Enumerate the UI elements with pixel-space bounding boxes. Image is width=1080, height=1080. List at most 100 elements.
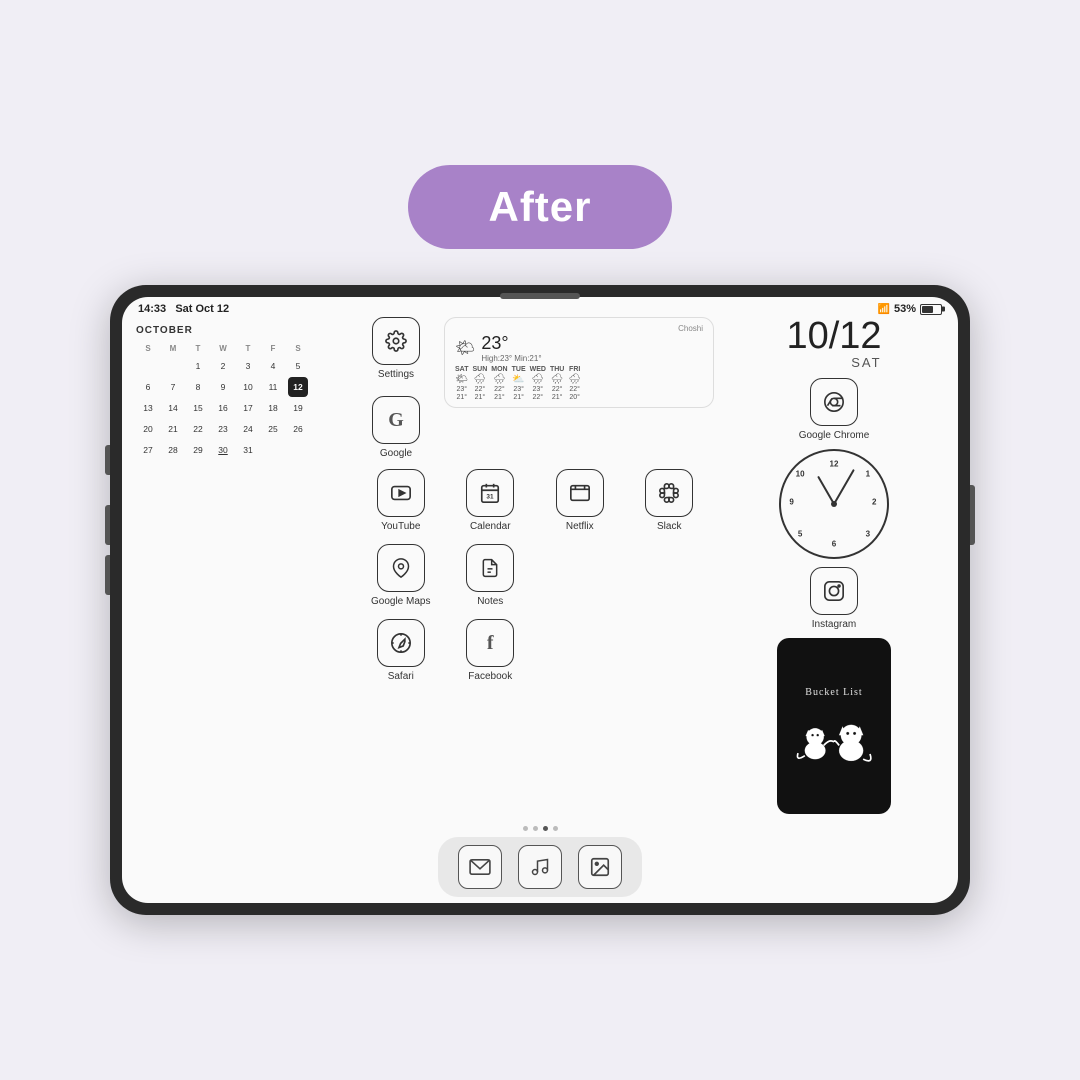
apps-row2: YouTube 31 Calendar (356, 469, 714, 532)
clock-center-dot (831, 501, 837, 507)
status-bar: 14:33 Sat Oct 12 📶 53% (122, 297, 958, 317)
apps-row3: Google Maps Notes (356, 544, 714, 607)
cal-day-15[interactable]: 15 (188, 398, 208, 418)
cal-day-26[interactable]: 26 (288, 419, 308, 439)
cal-day-6[interactable]: 6 (138, 377, 158, 397)
instagram-label: Instagram (812, 619, 856, 630)
battery-label: 53% (894, 303, 916, 315)
cal-header-f: F (261, 342, 285, 355)
app-slack[interactable]: Slack (629, 469, 709, 532)
google-icon-box: G (372, 396, 420, 444)
cal-day-8[interactable]: 8 (188, 377, 208, 397)
page-dot-4[interactable] (553, 826, 558, 831)
volume-up-button[interactable] (105, 505, 110, 545)
calendar-icon-box: 31 (466, 469, 514, 517)
cal-day-16[interactable]: 16 (213, 398, 233, 418)
cal-day-20[interactable]: 20 (138, 419, 158, 439)
cal-day-18[interactable]: 18 (263, 398, 283, 418)
cal-day-28[interactable]: 28 (163, 440, 183, 460)
bucket-list-widget[interactable]: Bucket List (777, 638, 891, 814)
app-settings[interactable]: Settings (356, 317, 436, 380)
cal-day-13[interactable]: 13 (138, 398, 158, 418)
app-chrome[interactable]: Google Chrome (794, 378, 874, 441)
cal-day-empty (288, 440, 308, 460)
cal-header-t1: T (186, 342, 210, 355)
cal-day-7[interactable]: 7 (163, 377, 183, 397)
page-dot-1[interactable] (523, 826, 528, 831)
cal-day-19[interactable]: 19 (288, 398, 308, 418)
gmaps-icon-box (377, 544, 425, 592)
clock-num-1: 1 (866, 470, 870, 479)
safari-label: Safari (388, 671, 414, 682)
clock-num-3: 3 (866, 529, 870, 538)
app-instagram[interactable]: Instagram (794, 567, 874, 630)
weather-temp: 23° (481, 333, 541, 354)
cal-day-17[interactable]: 17 (238, 398, 258, 418)
app-youtube[interactable]: YouTube (361, 469, 441, 532)
cal-day-4[interactable]: 4 (263, 356, 283, 376)
app-calendar[interactable]: 31 Calendar (450, 469, 530, 532)
cal-day-25[interactable]: 25 (263, 419, 283, 439)
right-panel: 10/12 SAT Google Chrome (724, 317, 944, 814)
cal-day-12-today[interactable]: 12 (288, 377, 308, 397)
settings-icon-box (372, 317, 420, 365)
app-safari[interactable]: Safari (361, 619, 441, 682)
cal-header-w: W (211, 342, 235, 355)
cal-grid: S M T W T F S 1 2 3 4 5 (136, 342, 346, 460)
cats-illustration (789, 706, 879, 766)
status-time-date: 14:33 Sat Oct 12 (138, 303, 229, 315)
cal-day-23[interactable]: 23 (213, 419, 233, 439)
dock-area (122, 822, 958, 903)
cal-day-22[interactable]: 22 (188, 419, 208, 439)
cal-day-9[interactable]: 9 (213, 377, 233, 397)
cal-day-5[interactable]: 5 (288, 356, 308, 376)
app-google[interactable]: G Google (356, 396, 436, 459)
cal-day-11[interactable]: 11 (263, 377, 283, 397)
weather-widget: Choshi 🌤 23° High:23° Min:21° SAT🌤23°21°… (444, 317, 714, 408)
date-widget: 10/12 SAT (786, 317, 881, 370)
cal-day-3[interactable]: 3 (238, 356, 258, 376)
cal-day-21[interactable]: 21 (163, 419, 183, 439)
cal-day-10[interactable]: 10 (238, 377, 258, 397)
cal-day-24[interactable]: 24 (238, 419, 258, 439)
cal-header-s2: S (286, 342, 310, 355)
mini-calendar: OCTOBER S M T W T F S 1 2 (136, 321, 346, 464)
clock-num-10: 10 (796, 470, 805, 479)
page-dots (523, 826, 558, 831)
volume-down-button[interactable] (105, 555, 110, 595)
cal-day-14[interactable]: 14 (163, 398, 183, 418)
facebook-icon-box: f (466, 619, 514, 667)
clock-num-6: 6 (832, 540, 836, 549)
page-dot-3-active[interactable] (543, 826, 548, 831)
app-netflix[interactable]: Netflix (540, 469, 620, 532)
dock-mail-icon[interactable] (458, 845, 502, 889)
gmaps-label: Google Maps (371, 596, 430, 607)
cal-day-empty (263, 440, 283, 460)
power-button[interactable] (970, 485, 975, 545)
weather-city: Choshi (678, 324, 703, 333)
google-label: Google (380, 448, 412, 459)
dock-music-icon[interactable] (518, 845, 562, 889)
cal-day-1[interactable]: 1 (188, 356, 208, 376)
app-notes[interactable]: Notes (450, 544, 530, 607)
cal-day-30[interactable]: 30 (213, 440, 233, 460)
app-gmaps[interactable]: Google Maps (361, 544, 441, 607)
date-day: SAT (786, 355, 881, 370)
tablet-screen: 14:33 Sat Oct 12 📶 53% OCTOBER (122, 297, 958, 903)
cal-day-2[interactable]: 2 (213, 356, 233, 376)
chrome-icon-box (810, 378, 858, 426)
date-display: Sat Oct 12 (175, 303, 229, 315)
cal-day-29[interactable]: 29 (188, 440, 208, 460)
cal-day-31[interactable]: 31 (238, 440, 258, 460)
settings-label: Settings (378, 369, 414, 380)
cal-day-empty (163, 356, 183, 376)
chrome-label: Google Chrome (799, 430, 870, 441)
app-facebook[interactable]: f Facebook (450, 619, 530, 682)
dock-photos-icon[interactable] (578, 845, 622, 889)
time-display: 14:33 (138, 303, 166, 315)
cal-day-27[interactable]: 27 (138, 440, 158, 460)
page-dot-2[interactable] (533, 826, 538, 831)
center-panel: Settings G Google Choshi 🌤 (356, 317, 714, 814)
calendar-label: Calendar (470, 521, 511, 532)
clock-num-9: 9 (789, 497, 793, 506)
